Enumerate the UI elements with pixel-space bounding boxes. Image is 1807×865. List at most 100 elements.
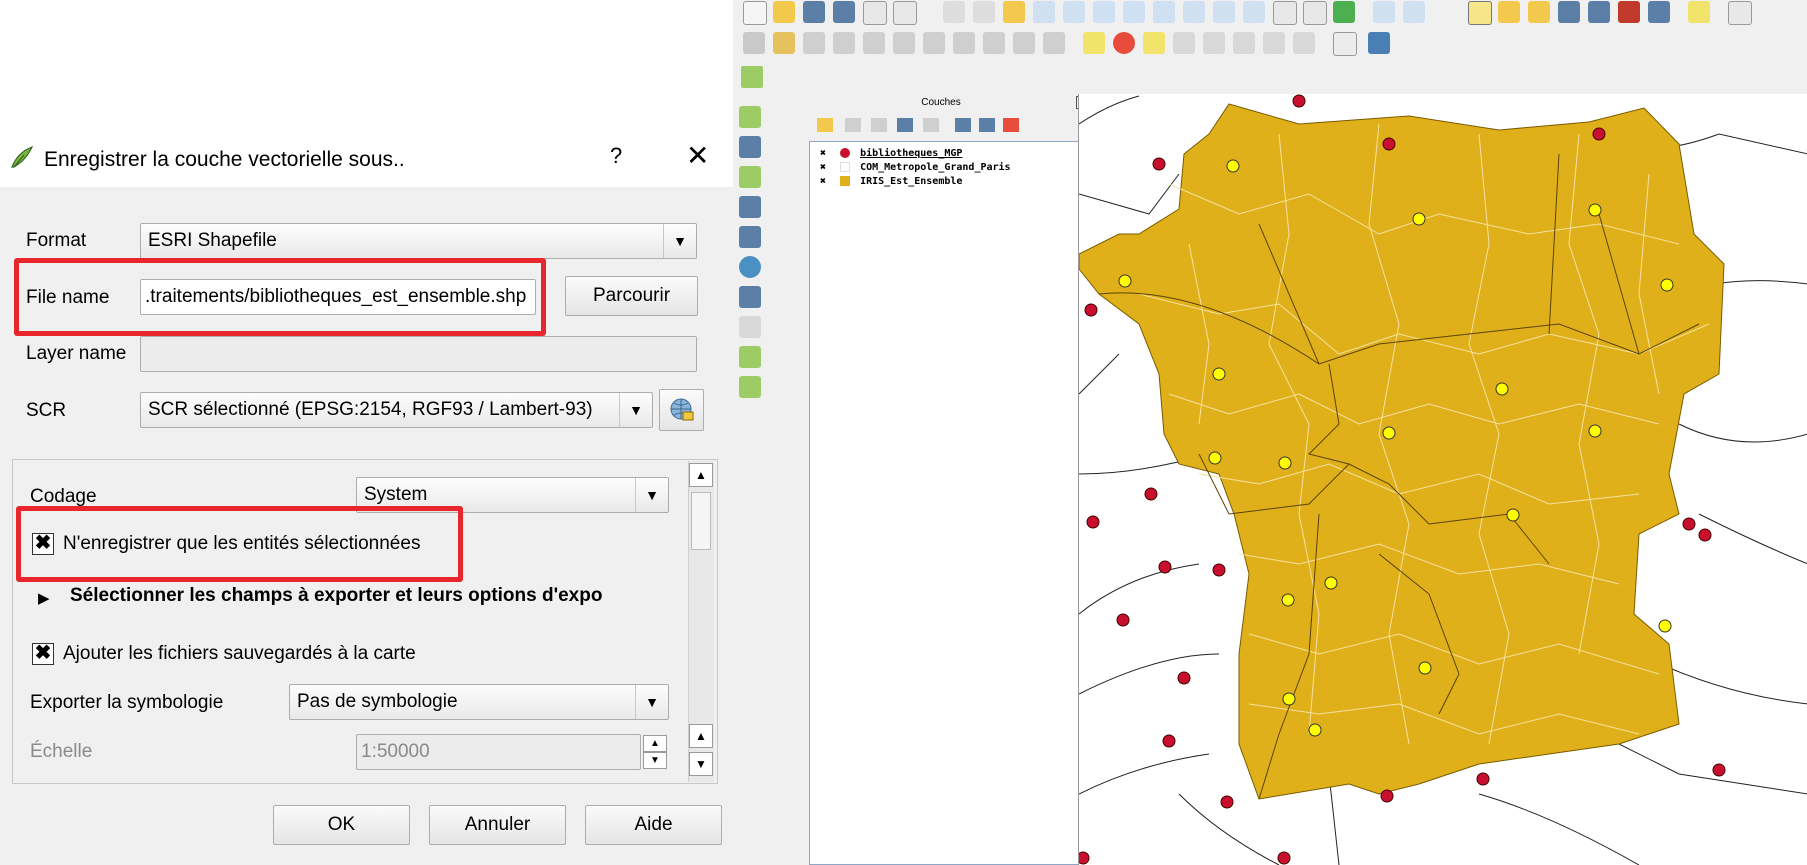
csw-icon[interactable] [1333, 32, 1357, 56]
help-button[interactable]: Aide [585, 805, 722, 845]
crs-combo[interactable]: SCR sélectionné (EPSG:2154, RGF93 / Lamb… [140, 392, 653, 428]
new-map-view-icon[interactable] [1273, 1, 1297, 25]
remove-layer-icon[interactable] [1003, 118, 1019, 132]
map-tips-icon[interactable] [1688, 1, 1710, 23]
layer-visibility-checkbox[interactable]: ✖ [820, 148, 830, 159]
layer-visibility-checkbox[interactable]: ✖ [820, 176, 830, 187]
zoom-next-icon[interactable] [1243, 1, 1265, 23]
field-calculator-icon[interactable] [1588, 1, 1610, 23]
diagram-icon[interactable] [1113, 32, 1135, 54]
layer-visibility-checkbox[interactable]: ✖ [820, 162, 830, 173]
layer-row[interactable]: ✖ COM_Metropole_Grand_Paris [820, 162, 1011, 173]
refresh-icon[interactable] [1333, 1, 1355, 23]
add-wms-layer-icon[interactable] [739, 226, 761, 248]
add-delimited-text-icon[interactable] [739, 316, 761, 338]
label-properties-icon[interactable] [1293, 32, 1315, 54]
deselect-icon[interactable] [1528, 1, 1550, 23]
scroll-thumb[interactable] [691, 492, 711, 550]
expand-all-icon[interactable] [955, 118, 971, 132]
cut-icon[interactable] [983, 32, 1005, 54]
options-scrollbar[interactable]: ▲ ▲ ▼ [688, 461, 714, 782]
help-icon[interactable]: ? [610, 143, 622, 169]
save-project-icon[interactable] [803, 1, 825, 23]
add-to-map-checkbox[interactable]: ✖ [32, 643, 54, 665]
new-project-icon[interactable] [743, 1, 767, 25]
copy-icon[interactable] [1013, 32, 1035, 54]
close-icon[interactable]: ✕ [686, 142, 709, 170]
pin-labels-icon[interactable] [1143, 32, 1165, 54]
delete-selected-icon[interactable] [953, 32, 975, 54]
map-tool-icon[interactable] [741, 66, 763, 88]
action-icon[interactable] [1403, 1, 1425, 23]
scroll-down-icon[interactable]: ▼ [689, 752, 713, 776]
zoom-in-icon[interactable] [1033, 1, 1055, 23]
layer-row[interactable]: ✖ bibliotheques_MGP [820, 148, 962, 159]
current-edits-icon[interactable] [743, 32, 765, 54]
text-annotation-icon[interactable] [1728, 1, 1752, 25]
ok-button[interactable]: OK [273, 805, 410, 845]
open-project-icon[interactable] [773, 1, 795, 23]
select-features-icon[interactable] [1468, 1, 1492, 25]
add-feature-icon[interactable] [833, 32, 855, 54]
new-spatialite-icon[interactable] [739, 376, 761, 398]
show-labels-icon[interactable] [1173, 32, 1195, 54]
change-label-icon[interactable] [1263, 32, 1285, 54]
move-label-icon[interactable] [1203, 32, 1225, 54]
add-postgis-layer-icon[interactable] [739, 166, 761, 188]
add-raster-layer-icon[interactable] [739, 136, 761, 158]
spin-up-icon[interactable]: ▲ [643, 735, 667, 752]
label-icon[interactable] [1083, 32, 1105, 54]
zoom-selection-icon[interactable] [1123, 1, 1145, 23]
symbology-combo[interactable]: Pas de symbologie ▼ [289, 684, 669, 720]
pan-icon[interactable] [973, 1, 995, 23]
composer-manager-icon[interactable] [893, 1, 917, 25]
attribute-table-icon[interactable] [1558, 1, 1580, 23]
toggle-editing-icon[interactable] [773, 32, 795, 54]
zoom-native-icon[interactable] [1183, 1, 1205, 23]
zoom-last-icon[interactable] [1213, 1, 1235, 23]
scroll-up-icon[interactable]: ▲ [689, 463, 713, 487]
layer-row[interactable]: ✖ IRIS_Est_Ensemble [820, 176, 962, 187]
paste-icon[interactable] [1043, 32, 1065, 54]
add-group-icon[interactable] [845, 118, 861, 132]
pan-to-selection-icon[interactable] [1003, 1, 1025, 23]
rotate-label-icon[interactable] [1233, 32, 1255, 54]
spin-down-icon[interactable]: ▼ [643, 752, 667, 769]
save-edits-icon[interactable] [803, 32, 825, 54]
statistics-icon[interactable] [1618, 1, 1640, 23]
collapse-all-icon[interactable] [979, 118, 995, 132]
add-spatialite-layer-icon[interactable] [739, 196, 761, 218]
select-by-value-icon[interactable] [1498, 1, 1520, 23]
format-combo[interactable]: ESRI Shapefile ▼ [140, 223, 697, 259]
layername-input[interactable] [140, 336, 697, 372]
touch-icon[interactable] [943, 1, 965, 23]
zoom-layer-icon[interactable] [1153, 1, 1175, 23]
node-tool-icon[interactable] [923, 32, 945, 54]
filter-expression-icon[interactable] [923, 118, 939, 132]
fields-section-label[interactable]: Sélectionner les champs à exporter et le… [70, 585, 670, 607]
map-canvas[interactable] [1078, 94, 1807, 865]
measure-icon[interactable] [1648, 1, 1670, 23]
filter-legend-icon[interactable] [897, 118, 913, 132]
move-feature-icon[interactable] [893, 32, 915, 54]
python-console-icon[interactable] [1368, 32, 1390, 54]
print-composer-icon[interactable] [863, 1, 887, 25]
browse-button[interactable]: Parcourir [565, 276, 698, 316]
bookmark-icon[interactable] [1303, 1, 1327, 25]
zoom-out-icon[interactable] [1063, 1, 1085, 23]
scroll-up-icon[interactable]: ▲ [689, 724, 713, 748]
manage-visibility-icon[interactable] [871, 118, 887, 132]
add-vector-layer-icon[interactable] [739, 106, 761, 128]
save-as-icon[interactable] [833, 1, 855, 23]
zoom-full-icon[interactable] [1093, 1, 1115, 23]
cancel-button[interactable]: Annuler [429, 805, 566, 845]
new-shapefile-icon[interactable] [739, 346, 761, 368]
add-ring-icon[interactable] [863, 32, 885, 54]
crs-select-button[interactable] [659, 389, 704, 431]
expand-arrow-icon[interactable]: ▶ [38, 589, 50, 607]
identify-icon[interactable] [1373, 1, 1395, 23]
open-layer-styling-icon[interactable] [817, 118, 833, 132]
scale-input[interactable]: 1:50000 [356, 734, 641, 770]
add-wfs-layer-icon[interactable] [739, 286, 761, 308]
add-wcs-layer-icon[interactable] [739, 256, 761, 278]
